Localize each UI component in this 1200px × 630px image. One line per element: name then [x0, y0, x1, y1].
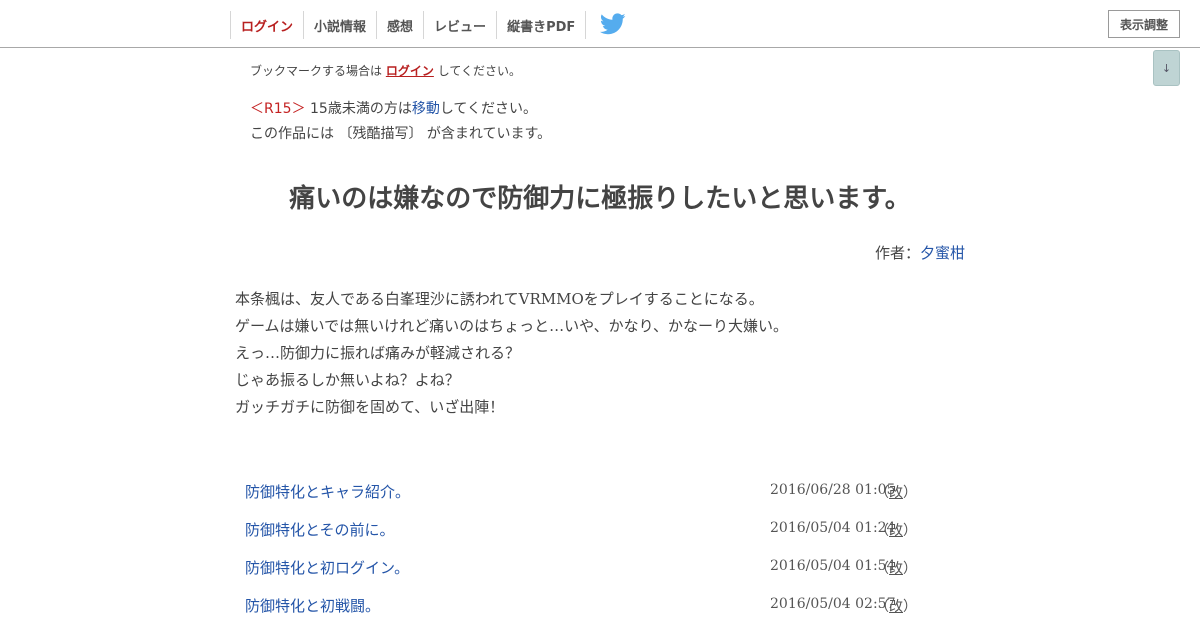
author-link[interactable]: 夕蜜柑: [920, 244, 965, 262]
content-warning: この作品には 〔残酷描写〕 が含まれています。: [250, 126, 552, 142]
revision-close-paren: ）: [903, 561, 917, 577]
chapter-row: 防御特化とキャラ紹介。 2016/06/28 01:05 （改）: [235, 472, 935, 510]
bookmark-note: ブックマークする場合は ログイン してください。: [250, 62, 521, 79]
revision-link[interactable]: 改: [889, 599, 903, 615]
chapter-revision: （改）: [875, 558, 917, 578]
revision-open-paren: （: [875, 561, 889, 577]
bookmark-note-suffix: してください。: [437, 64, 521, 78]
novel-summary: 本条楓は、友人である白峯理沙に誘われてVRMMOをプレイすることになる。 ゲーム…: [235, 286, 788, 421]
nav-login[interactable]: ログイン: [231, 11, 305, 39]
summary-line: じゃあ振るしか無いよね？よね？: [235, 371, 460, 389]
chapter-revision: （改）: [875, 596, 917, 616]
r15-tag: ＜R15＞: [250, 101, 306, 117]
revision-close-paren: ）: [903, 599, 917, 615]
scroll-down-button[interactable]: ↓: [1153, 50, 1180, 86]
nav-vertical-pdf[interactable]: 縦書きPDF: [497, 11, 587, 39]
revision-link[interactable]: 改: [889, 561, 903, 577]
top-navigation-bar: ログイン 小説情報 感想 レビュー 縦書きPDF 表示調整: [0, 0, 1200, 48]
revision-open-paren: （: [875, 523, 889, 539]
revision-link[interactable]: 改: [889, 485, 903, 501]
chapter-row: 防御特化とその前に。 2016/05/04 01:24 （改）: [235, 510, 935, 548]
chapter-link[interactable]: 防御特化とその前に。: [245, 519, 395, 540]
move-link[interactable]: 移動: [412, 101, 440, 117]
author-label: 作者：: [874, 244, 920, 262]
bookmark-note-prefix: ブックマークする場合は: [250, 64, 383, 78]
nav-novel-info[interactable]: 小説情報: [304, 11, 378, 39]
chapter-row: 防御特化と初戦闘。 2016/05/04 02:57 （改）: [235, 586, 935, 624]
author-line: 作者：夕蜜柑: [875, 242, 965, 263]
bookmark-login-link[interactable]: ログイン: [386, 64, 434, 78]
revision-open-paren: （: [875, 599, 889, 615]
display-settings-button[interactable]: 表示調整: [1108, 10, 1180, 38]
twitter-bird-icon[interactable]: [599, 13, 626, 37]
summary-line: 本条楓は、友人である白峯理沙に誘われてVRMMOをプレイすることになる。: [235, 290, 764, 308]
chapter-link[interactable]: 防御特化と初ログイン。: [245, 557, 409, 578]
main-nav: ログイン 小説情報 感想 レビュー 縦書きPDF: [230, 11, 587, 39]
r15-text-after: してください。: [439, 101, 537, 117]
revision-close-paren: ）: [903, 485, 917, 501]
summary-line: ガッチガチに防御を固めて、いざ出陣！: [235, 398, 505, 416]
chapter-revision: （改）: [875, 520, 917, 540]
r15-text-before: 15歳未満の方は: [310, 101, 412, 117]
summary-line: えっ…防御力に振れば痛みが軽減される？: [235, 344, 521, 362]
summary-line: ゲームは嫌いでは無いけれど痛いのはちょっと…いや、かなり、かなーり大嫌い。: [235, 317, 789, 335]
revision-close-paren: ）: [903, 523, 917, 539]
r15-notice: ＜R15＞ 15歳未満の方は移動してください。: [250, 98, 537, 118]
chapter-row: 防御特化と初ログイン。 2016/05/04 01:54 （改）: [235, 548, 935, 586]
nav-impressions[interactable]: 感想: [377, 11, 425, 39]
nav-review[interactable]: レビュー: [424, 11, 498, 39]
chapter-link[interactable]: 防御特化と初戦闘。: [245, 595, 380, 616]
revision-link[interactable]: 改: [889, 523, 903, 539]
revision-open-paren: （: [875, 485, 889, 501]
novel-title: 痛いのは嫌なので防御力に極振りしたいと思います。: [289, 184, 911, 214]
chapter-list: 防御特化とキャラ紹介。 2016/06/28 01:05 （改） 防御特化とその…: [235, 472, 935, 624]
chapter-link[interactable]: 防御特化とキャラ紹介。: [245, 481, 410, 502]
chapter-revision: （改）: [875, 482, 917, 502]
